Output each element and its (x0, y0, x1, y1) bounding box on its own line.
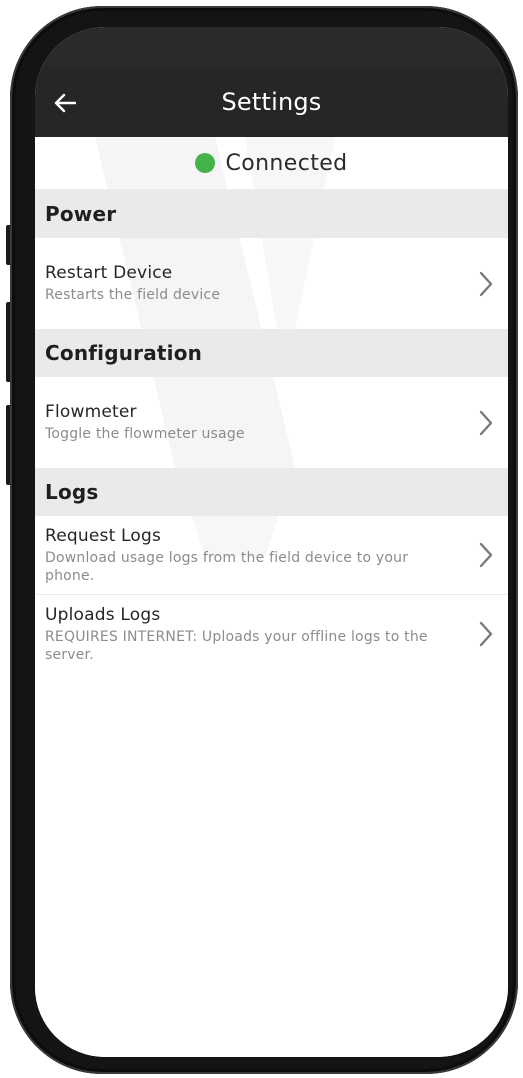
flowmeter-item[interactable]: Flowmeter Toggle the flowmeter usage (35, 377, 508, 468)
chevron-right-icon (479, 410, 493, 435)
connection-status: Connected (35, 137, 508, 190)
item-subtitle: REQUIRES INTERNET: Uploads your offline … (45, 628, 428, 663)
restart-device-item[interactable]: Restart Device Restarts the field device (35, 238, 508, 329)
section-header-configuration: Configuration (35, 329, 508, 377)
app-header: Settings (35, 67, 508, 137)
arrow-left-icon (54, 93, 76, 113)
item-title: Flowmeter (45, 402, 137, 422)
chevron-right-icon (479, 621, 493, 647)
status-bar (35, 27, 508, 67)
item-subtitle: Toggle the flowmeter usage (45, 426, 245, 442)
back-button[interactable] (45, 83, 85, 123)
item-subtitle: Restarts the field device (45, 287, 221, 303)
upload-logs-item[interactable]: Uploads Logs REQUIRES INTERNET: Uploads … (35, 595, 508, 673)
request-logs-item[interactable]: Request Logs Download usage logs from th… (35, 516, 508, 594)
settings-content: Connected Power Restart Device Restarts … (35, 137, 508, 1057)
section-header-logs: Logs (35, 468, 508, 516)
status-dot (195, 153, 216, 173)
item-title: Restart Device (45, 263, 173, 283)
item-subtitle: Download usage logs from the field devic… (45, 549, 409, 584)
connection-status-label: Connected (225, 150, 348, 176)
item-title: Request Logs (45, 525, 162, 546)
page-title: Settings (221, 88, 322, 116)
section-header-power: Power (35, 190, 508, 238)
item-title: Uploads Logs (45, 604, 161, 625)
chevron-right-icon (479, 271, 493, 296)
chevron-right-icon (479, 542, 493, 568)
phone-screen: Settings Connected Power Restart Device … (35, 27, 508, 1057)
